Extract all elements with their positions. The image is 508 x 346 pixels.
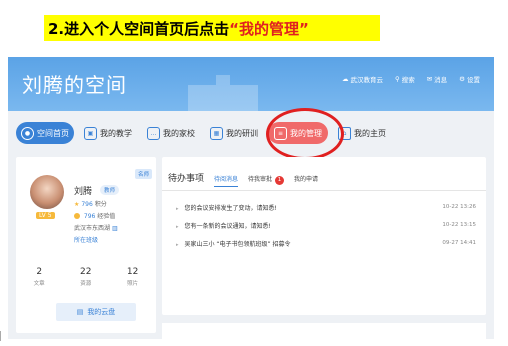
secondary-card [162, 323, 486, 339]
todo-card: 待办事项 待阅消息 待我审批1 我的申请 您的会议安排发生了变动，请知悉! 10… [162, 157, 486, 315]
cloud-icon: ☁ [341, 75, 349, 83]
my-cloud-label: 我的云盘 [87, 308, 116, 316]
message-item[interactable]: 吴家山三小 “电子书包领航班级” 招募令 [176, 239, 291, 248]
building-decoration [188, 75, 258, 111]
top-nav-mail[interactable]: ✉ 消息 [427, 74, 447, 84]
my-cloud-button[interactable]: ▤ 我的云盘 [56, 303, 136, 321]
message-time: 09-27 14:41 [442, 240, 476, 246]
stat-articles[interactable]: 2 文章 [34, 267, 45, 287]
todo-title: 待办事项 [168, 174, 205, 184]
tab-space-home[interactable]: ● 空间首页 [16, 122, 74, 144]
tab-label: 我的研训 [226, 128, 258, 138]
exp-value: 796 [83, 213, 96, 220]
approval-count-badge: 1 [275, 176, 285, 185]
points-label: 积分 [94, 201, 107, 208]
text-cursor-mark [0, 331, 6, 341]
user-name: 刘腾 [74, 187, 93, 197]
profile-stats: 2 文章 22 资源 12 照片 [16, 267, 156, 287]
message-item[interactable]: 您的会议安排发生了变动，请知悉! [176, 203, 277, 212]
todo-tab-unread[interactable]: 待阅消息 [214, 174, 239, 187]
todo-tab-label: 待我审批 [248, 176, 273, 183]
instruction-highlight: “我的管理” [229, 19, 309, 38]
stat-value: 12 [126, 267, 139, 277]
tab-label: 我的教学 [100, 128, 132, 138]
todo-tab-my-requests[interactable]: 我的申请 [294, 174, 318, 187]
stat-label: 资源 [80, 281, 92, 287]
tab-label: 空间首页 [37, 128, 69, 138]
avatar[interactable] [30, 175, 64, 209]
profile-card: 名师 LV 5 刘腾 教师 ★ 796 积分 796 经验值 武汉市东西湖 ▥ … [16, 157, 156, 333]
school-name: 武汉市东西湖 [74, 225, 111, 232]
grid-icon: ▦ [210, 126, 223, 140]
star-icon: ★ [74, 201, 80, 208]
message-time: 10-22 13:15 [442, 222, 476, 228]
user-icon: ● [21, 126, 34, 140]
screenshot-frame: 刘腾的空间 ☁ 武汉教育云 ⚲ 搜索 ✉ 消息 ⚙ 设置 ● 空间首页 ▣ 我的教学 …… [8, 57, 494, 339]
stat-label: 文章 [33, 281, 45, 287]
divider [162, 190, 486, 191]
coin-icon [74, 213, 80, 219]
school-row: 武汉市东西湖 ▥ [74, 223, 118, 232]
building-icon: ▥ [111, 225, 118, 232]
instruction-banner: 2.进入个人空间首页后点击 “我的管理” [44, 15, 380, 41]
mentor-badge: 名师 [134, 169, 152, 179]
message-time: 10-22 13:26 [442, 204, 476, 210]
top-nav-label: 设置 [467, 76, 480, 84]
instruction-text: 2.进入个人空间首页后点击 [48, 19, 230, 38]
stat-value: 22 [80, 267, 92, 277]
gear-icon: ⚙ [459, 75, 465, 83]
teach-icon: ▣ [84, 126, 97, 140]
exp-row: 796 经验值 [74, 211, 115, 220]
stat-resources[interactable]: 22 资源 [80, 267, 91, 287]
todo-tabs: 待阅消息 待我审批 1 我的申请 [214, 174, 318, 187]
top-nav-label: 武汉教育云 [350, 76, 383, 84]
tab-my-teaching[interactable]: ▣ 我的教学 [79, 122, 137, 144]
mail-icon: ✉ [426, 75, 433, 83]
tab-label: 我的家校 [163, 128, 195, 138]
user-role-tag: 教师 [100, 185, 120, 195]
main-tabs: ● 空间首页 ▣ 我的教学 … 我的家校 ▦ 我的研训 ≡ 我的管理 ⌂ 我的主… [8, 117, 494, 149]
space-title: 刘腾的空间 [22, 73, 127, 97]
top-nav-label: 搜索 [401, 76, 415, 84]
top-nav-settings[interactable]: ⚙ 设置 [459, 74, 480, 84]
tab-label: 我的主页 [354, 128, 386, 138]
top-nav-cloud[interactable]: ☁ 武汉教育云 [342, 74, 383, 84]
class-link[interactable]: 所在班级 [74, 237, 98, 244]
search-icon: ⚲ [394, 75, 400, 83]
points-value: 796 [81, 201, 93, 208]
stat-photos[interactable]: 12 照片 [127, 267, 138, 287]
message-item[interactable]: 您有一条新的会议通知，请知悉! [176, 221, 271, 230]
points-row: ★ 796 积分 [74, 199, 107, 208]
exp-label: 经验值 [97, 213, 116, 220]
class-row[interactable]: 所在班级 [74, 235, 98, 244]
header-banner: 刘腾的空间 ☁ 武汉教育云 ⚲ 搜索 ✉ 消息 ⚙ 设置 [8, 57, 494, 111]
top-nav: ☁ 武汉教育云 ⚲ 搜索 ✉ 消息 ⚙ 设置 [342, 74, 480, 84]
tab-home-school[interactable]: … 我的家校 [142, 122, 200, 144]
stat-label: 照片 [127, 281, 139, 287]
chat-icon: … [147, 126, 160, 140]
stat-value: 2 [36, 267, 43, 277]
cloud-disk-icon: ▤ [76, 308, 84, 316]
annotation-circle [266, 108, 344, 160]
top-nav-search[interactable]: ⚲ 搜索 [395, 74, 415, 84]
level-badge: LV 5 [36, 212, 55, 219]
tab-research[interactable]: ▦ 我的研训 [205, 122, 263, 144]
top-nav-label: 消息 [434, 76, 448, 84]
todo-tab-approval[interactable]: 待我审批 1 [248, 174, 285, 187]
